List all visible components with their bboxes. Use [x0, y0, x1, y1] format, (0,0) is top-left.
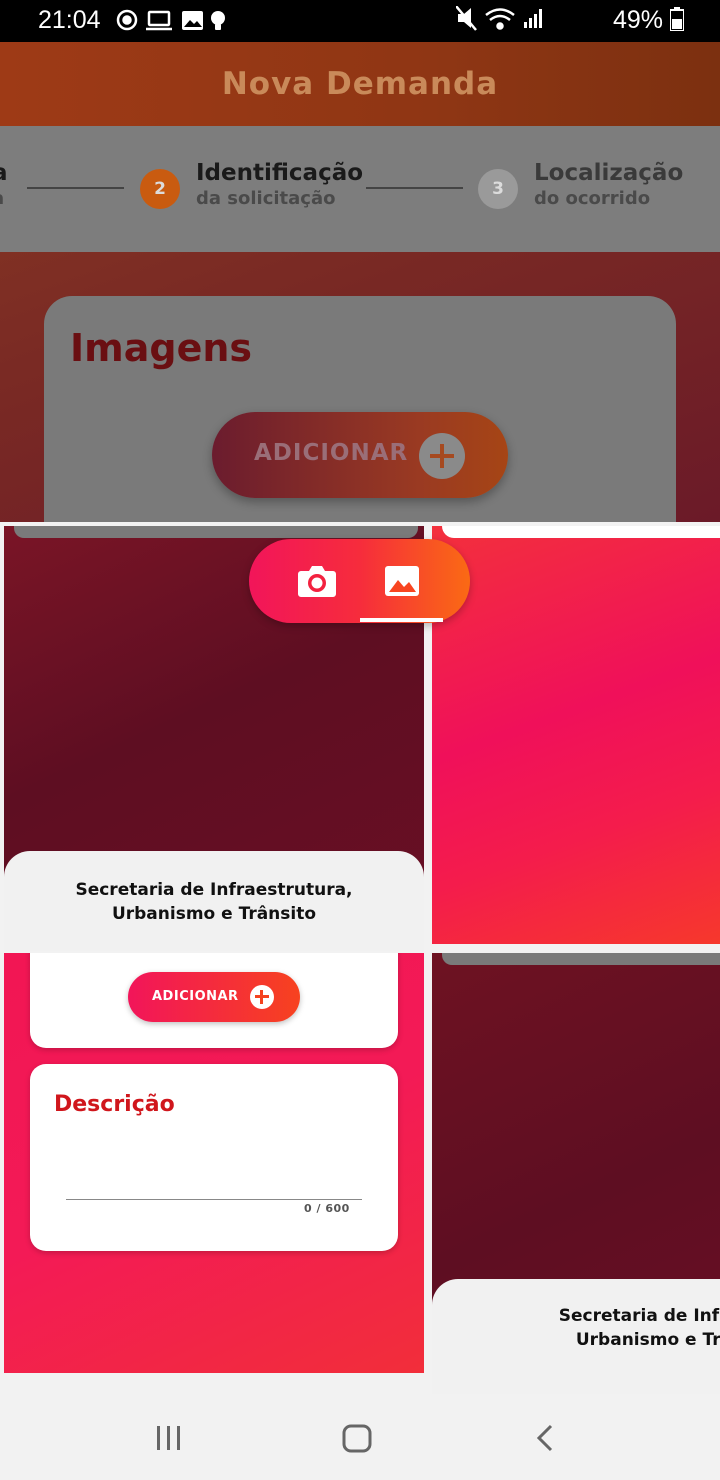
preview-tile[interactable]: Secretaria de Infraestr Urbanismo e Trân… [432, 953, 720, 1394]
description-counter: 0 / 600 [304, 1202, 350, 1215]
step-connector [366, 187, 463, 189]
image-source-picker [249, 539, 470, 623]
step-3-circle: 3 [478, 169, 518, 209]
camera-icon[interactable] [297, 563, 337, 599]
app-bar: Nova Demanda [0, 42, 720, 126]
tile-footer: Secretaria de Infraestr Urbanismo e Trân… [432, 1279, 720, 1394]
tile-edge [14, 526, 418, 538]
tile-footer-text: Secretaria de Infraestr Urbanismo e Trân… [508, 1304, 720, 1352]
add-button-preview[interactable]: ADICIONAR [128, 972, 300, 1022]
step-1[interactable]: a a [0, 160, 8, 209]
tile-footer: Secretaria de Infraestrutura, Urbanismo … [4, 851, 424, 951]
step-2-circle: 2 [140, 169, 180, 209]
gallery-icon[interactable] [383, 563, 421, 599]
images-title: Imagens [70, 326, 253, 370]
tile-footer-line-2: Urbanismo e Trânsito [111, 904, 317, 924]
preview-tile[interactable] [432, 526, 720, 944]
step-3-title: Localização [534, 160, 684, 186]
back-icon [536, 1424, 553, 1452]
step-1-subtitle: a [0, 188, 8, 209]
sync-icon [116, 9, 138, 31]
step-3-subtitle: do ocorrido [534, 188, 651, 209]
plus-icon [250, 985, 274, 1009]
form-preview-tile[interactable]: ADICIONAR Descrição 0 / 600 [4, 953, 424, 1373]
wifi-icon [485, 8, 515, 30]
battery-icon [669, 7, 685, 32]
images-card-preview: ADICIONAR [30, 953, 398, 1048]
step-connector [27, 187, 124, 189]
tile-footer-line-1: Secretaria de Infraestrutura, [75, 880, 353, 900]
navigation-bar [0, 1396, 720, 1480]
tile-edge [442, 526, 720, 538]
step-2-title: Identificação [196, 160, 364, 186]
description-title: Descrição [54, 1092, 175, 1117]
recent-apps-icon [157, 1426, 180, 1450]
tile-footer-text: Secretaria de Infraestrutura, Urbanismo … [4, 878, 424, 926]
signal-icon [524, 9, 543, 28]
add-button-preview-label: ADICIONAR [152, 989, 239, 1004]
tile-footer-line-2: Urbanismo e Trânsi [575, 1330, 720, 1350]
step-2-subtitle: da solicitação [196, 188, 336, 209]
status-bar: 21:04 49% [0, 0, 720, 42]
description-input[interactable] [66, 1199, 362, 1200]
stepper: a a 2 Identificação da solicitação 3 Loc… [0, 126, 720, 252]
lightbulb-icon [211, 11, 225, 30]
battery-percent: 49% [613, 6, 664, 34]
step-1-title: a [0, 160, 8, 186]
image-icon [182, 11, 203, 30]
step-3[interactable]: Localização do ocorrido [534, 160, 683, 209]
app-title: Nova Demanda [221, 66, 499, 102]
mute-icon [455, 5, 478, 31]
plus-icon [419, 433, 465, 479]
status-right: 49% [455, 5, 685, 35]
step-2[interactable]: Identificação da solicitação [196, 160, 363, 209]
selected-tab-indicator [360, 618, 443, 622]
add-image-button[interactable]: ADICIONAR [212, 412, 508, 498]
status-time: 21:04 [38, 6, 101, 34]
app-screen-dimmed: Nova Demanda a a 2 Identificação da soli… [0, 42, 720, 522]
tile-footer-line-1: Secretaria de Infraestr [558, 1306, 720, 1326]
laptop-icon [146, 10, 172, 31]
home-icon [342, 1424, 372, 1453]
add-image-label: ADICIONAR [254, 440, 409, 466]
status-left-icons [116, 9, 236, 39]
description-card: Descrição 0 / 600 [30, 1064, 398, 1251]
tile-edge [442, 953, 720, 965]
